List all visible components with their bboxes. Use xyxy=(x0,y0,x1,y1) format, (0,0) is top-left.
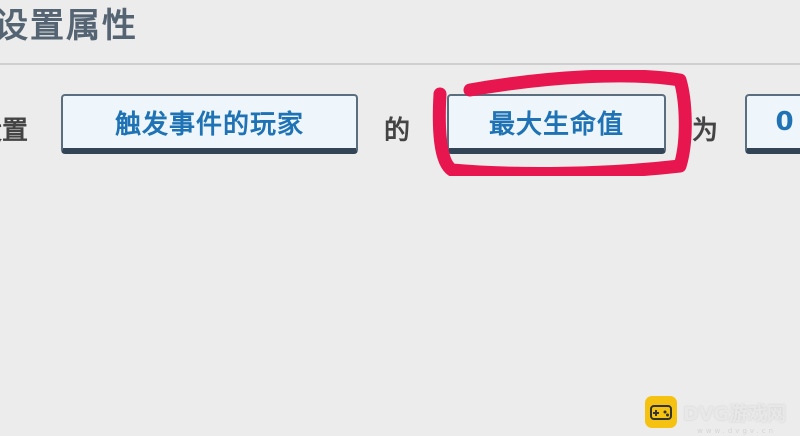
target-player-button[interactable]: 触发事件的玩家 xyxy=(61,94,358,154)
watermark-url: www.dvgv.cn xyxy=(697,427,776,435)
divider xyxy=(0,63,800,65)
of-label: 的 xyxy=(384,116,411,146)
red-highlight-annotation xyxy=(432,70,692,176)
watermark: DVG游戏网 xyxy=(644,396,786,428)
panel-title: 设置属性 xyxy=(0,6,138,46)
as-label: 为 xyxy=(692,116,719,146)
value-button[interactable]: 0 xyxy=(745,94,800,154)
set-label: 设置 xyxy=(0,116,29,146)
gamepad-icon xyxy=(644,396,677,428)
watermark-text: DVG游戏网 xyxy=(682,402,786,425)
